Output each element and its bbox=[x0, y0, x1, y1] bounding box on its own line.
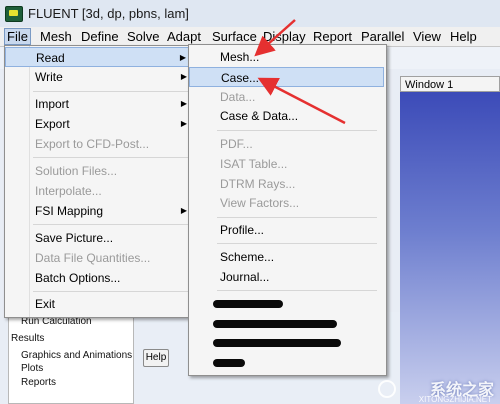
redacted-recent-file[interactable] bbox=[213, 300, 283, 308]
read-label: Read bbox=[36, 51, 65, 65]
file-menu-save-picture[interactable]: Save Picture... bbox=[5, 228, 195, 248]
read-menu-case-data[interactable]: Case & Data... bbox=[189, 106, 384, 126]
export-label: Export bbox=[35, 117, 70, 131]
redacted-recent-file[interactable] bbox=[213, 339, 341, 347]
watermark-url: XITONGZHIJIA.NET bbox=[418, 395, 492, 404]
tree-item-graphics[interactable]: Graphics and Animations bbox=[21, 350, 132, 361]
window-title: FLUENT [3d, dp, pbns, lam] bbox=[28, 6, 189, 21]
graphics-viewport[interactable] bbox=[400, 92, 500, 404]
submenu-arrow-icon: ▶ bbox=[180, 119, 187, 128]
tree-item-reports[interactable]: Reports bbox=[21, 377, 56, 388]
menu-separator bbox=[217, 217, 377, 218]
file-menu-read[interactable]: Read ▶ bbox=[5, 47, 195, 67]
data-label: Data... bbox=[220, 90, 256, 104]
menu-file[interactable]: File bbox=[4, 28, 31, 45]
read-menu-pdf[interactable]: PDF... bbox=[189, 134, 384, 154]
menu-solve[interactable]: Solve bbox=[127, 29, 160, 44]
tree-item-results[interactable]: Results bbox=[11, 333, 44, 344]
read-menu-journal[interactable]: Journal... bbox=[189, 267, 384, 287]
read-menu-view-factors[interactable]: View Factors... bbox=[189, 193, 384, 213]
file-menu: Read ▶ Write ▶ Import ▶ Export ▶ Export … bbox=[4, 45, 198, 318]
menu-display[interactable]: Display bbox=[263, 29, 306, 44]
fluent-app-icon bbox=[5, 6, 23, 22]
view-factors-label: View Factors... bbox=[220, 196, 300, 210]
navigation-tree: Run Calculation Results Graphics and Ani… bbox=[8, 312, 134, 404]
read-menu-mesh[interactable]: Mesh... bbox=[189, 47, 384, 67]
menu-mesh[interactable]: Mesh bbox=[40, 29, 72, 44]
file-menu-export-cfd-post[interactable]: Export to CFD-Post... bbox=[5, 134, 195, 154]
scheme-label: Scheme... bbox=[220, 250, 275, 264]
tree-item-plots[interactable]: Plots bbox=[21, 363, 43, 374]
submenu-arrow-icon: ▶ bbox=[180, 206, 187, 215]
read-menu-profile[interactable]: Profile... bbox=[189, 220, 384, 240]
batch-options-label: Batch Options... bbox=[35, 271, 121, 285]
dtrm-rays-label: DTRM Rays... bbox=[220, 177, 296, 191]
read-menu-scheme[interactable]: Scheme... bbox=[189, 247, 384, 267]
menu-separator bbox=[217, 130, 377, 131]
menu-separator bbox=[33, 224, 193, 225]
menu-separator bbox=[33, 91, 193, 92]
isat-table-label: ISAT Table... bbox=[220, 157, 288, 171]
redacted-recent-file[interactable] bbox=[213, 320, 337, 328]
menu-adapt[interactable]: Adapt bbox=[167, 29, 201, 44]
write-label: Write bbox=[35, 70, 63, 84]
menu-separator bbox=[33, 291, 193, 292]
save-picture-label: Save Picture... bbox=[35, 231, 114, 245]
file-menu-fsi-mapping[interactable]: FSI Mapping ▶ bbox=[5, 201, 195, 221]
case-data-label: Case & Data... bbox=[220, 109, 299, 123]
submenu-arrow-icon: ▶ bbox=[180, 72, 187, 81]
file-menu-write[interactable]: Write ▶ bbox=[5, 67, 195, 87]
file-menu-data-file-quantities[interactable]: Data File Quantities... bbox=[5, 248, 195, 268]
read-menu-dtrm-rays[interactable]: DTRM Rays... bbox=[189, 174, 384, 194]
file-menu-import[interactable]: Import ▶ bbox=[5, 94, 195, 114]
title-bar: FLUENT [3d, dp, pbns, lam] bbox=[0, 0, 500, 27]
pdf-label: PDF... bbox=[220, 137, 253, 151]
read-menu-isat-table[interactable]: ISAT Table... bbox=[189, 154, 384, 174]
submenu-arrow-icon: ▶ bbox=[179, 53, 186, 62]
menu-surface[interactable]: Surface bbox=[212, 29, 257, 44]
file-menu-batch-options[interactable]: Batch Options... bbox=[5, 268, 195, 288]
journal-label: Journal... bbox=[220, 270, 270, 284]
read-submenu: Mesh... Case... Data... Case & Data... P… bbox=[188, 44, 387, 376]
menu-view[interactable]: View bbox=[413, 29, 441, 44]
file-menu-exit[interactable]: Exit bbox=[5, 294, 195, 314]
file-menu-solution-files[interactable]: Solution Files... bbox=[5, 161, 195, 181]
menu-report[interactable]: Report bbox=[313, 29, 352, 44]
data-file-quantities-label: Data File Quantities... bbox=[35, 251, 151, 265]
menu-parallel[interactable]: Parallel bbox=[361, 29, 404, 44]
file-menu-interpolate[interactable]: Interpolate... bbox=[5, 181, 195, 201]
exit-label: Exit bbox=[35, 297, 56, 311]
export-cfd-post-label: Export to CFD-Post... bbox=[35, 137, 150, 151]
help-button[interactable]: Help bbox=[143, 349, 169, 367]
read-menu-data[interactable]: Data... bbox=[189, 87, 384, 107]
redacted-recent-file[interactable] bbox=[213, 359, 245, 367]
import-label: Import bbox=[35, 97, 70, 111]
submenu-arrow-icon: ▶ bbox=[180, 99, 187, 108]
profile-label: Profile... bbox=[220, 223, 265, 237]
interpolate-label: Interpolate... bbox=[35, 184, 102, 198]
menu-help[interactable]: Help bbox=[450, 29, 477, 44]
mesh-label: Mesh... bbox=[220, 50, 260, 64]
solution-files-label: Solution Files... bbox=[35, 164, 118, 178]
watermark-logo-icon bbox=[378, 380, 396, 398]
read-menu-case[interactable]: Case... bbox=[189, 67, 384, 87]
menu-separator bbox=[217, 290, 377, 291]
menu-separator bbox=[217, 243, 377, 244]
file-menu-export[interactable]: Export ▶ bbox=[5, 114, 195, 134]
menu-define[interactable]: Define bbox=[81, 29, 119, 44]
graphics-window-tab[interactable]: Window 1 bbox=[400, 76, 500, 92]
case-label: Case... bbox=[221, 71, 260, 85]
menu-separator bbox=[33, 157, 193, 158]
fsi-mapping-label: FSI Mapping bbox=[35, 204, 104, 218]
